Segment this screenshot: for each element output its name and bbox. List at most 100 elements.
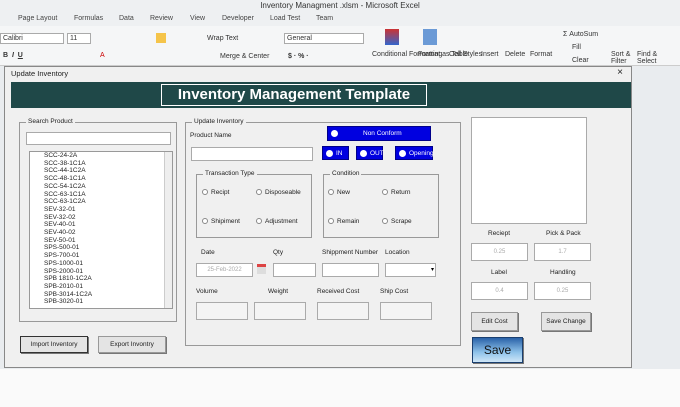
opening-option[interactable]: Opening — [395, 146, 434, 160]
bold-icon[interactable]: B I U — [3, 52, 23, 59]
find-select-button[interactable]: Find & Select — [637, 51, 663, 65]
currency-icon[interactable]: $ · % · — [288, 53, 309, 60]
ship-cost-input[interactable] — [380, 302, 432, 320]
handling-label: Handling — [550, 269, 576, 276]
menu-formulas[interactable]: Formulas — [74, 12, 103, 26]
out-option[interactable]: OUT — [356, 146, 384, 160]
radio-recipt[interactable]: Recipt — [202, 189, 229, 196]
pick-pack-input[interactable]: 1.7 — [534, 243, 591, 261]
save-button[interactable]: Save — [472, 337, 523, 363]
cell-styles-button[interactable]: Cell Styles — [449, 51, 482, 58]
update-inventory-label: Update Inventory — [192, 118, 246, 125]
list-item[interactable]: SEV-40-02 — [37, 229, 172, 237]
radio-scrape[interactable]: Scrape — [382, 218, 412, 225]
list-item[interactable]: SEV-40-01 — [37, 221, 172, 229]
menu-page-layout[interactable]: Page Layout — [18, 12, 57, 26]
radio-remain[interactable]: Remain — [328, 218, 359, 225]
condition-frame: Condition — [323, 170, 439, 238]
product-list[interactable]: SCC-24-2A SCC-38-1C1A SCC-44-1C2A SCC-48-1C… — [29, 151, 173, 309]
edit-cost-button[interactable]: Edit Cost — [471, 312, 518, 331]
fill-button[interactable]: Fill — [572, 44, 581, 51]
received-cost-input[interactable] — [317, 302, 369, 320]
location-label: Location — [385, 249, 410, 256]
list-item[interactable]: SCC-63-1C2A — [37, 198, 172, 206]
non-conform-option[interactable]: Non Conform — [327, 126, 431, 141]
location-select[interactable]: ▾ — [385, 263, 436, 277]
radio-new[interactable]: New — [328, 189, 350, 196]
font-select[interactable]: Calibri — [0, 33, 64, 44]
number-format-select[interactable]: General — [284, 33, 364, 44]
worksheet-area[interactable] — [0, 369, 680, 407]
list-item[interactable]: SPS-700-01 — [37, 252, 172, 260]
list-item[interactable]: SCC-63-1C1A — [37, 191, 172, 199]
date-input[interactable]: 25-Feb-2022 — [196, 263, 253, 277]
calendar-icon[interactable] — [257, 264, 266, 274]
product-name-label: Product Name — [190, 132, 232, 139]
list-item[interactable]: SEV-50-01 — [37, 237, 172, 245]
sort-filter-button[interactable]: Sort & Filter — [611, 51, 635, 65]
date-label: Date — [201, 249, 215, 256]
product-name-input[interactable] — [191, 147, 313, 161]
shipment-number-label: Shippment Number — [322, 249, 378, 256]
menu-data[interactable]: Data — [119, 12, 134, 26]
font-size-value: 11 — [70, 35, 78, 42]
list-item[interactable]: SPS-1000-01 — [37, 260, 172, 268]
volume-input[interactable] — [196, 302, 248, 320]
weight-input[interactable] — [254, 302, 306, 320]
list-item[interactable]: SEV-32-02 — [37, 214, 172, 222]
format-button[interactable]: Format — [530, 51, 552, 58]
non-conform-label: Non Conform — [363, 130, 402, 137]
radio-return[interactable]: Return — [382, 189, 411, 196]
list-item[interactable]: SCC-44-1C2A — [37, 167, 172, 175]
autosum-button[interactable]: Σ AutoSum — [563, 31, 598, 38]
radio-shipiment[interactable]: Shipiment — [202, 218, 240, 225]
list-item[interactable]: SCC-54-1C2A — [37, 183, 172, 191]
handling-input[interactable]: 0.25 — [534, 282, 591, 300]
search-input[interactable] — [26, 132, 171, 145]
close-icon[interactable]: × — [617, 67, 623, 78]
menu-view[interactable]: View — [190, 12, 205, 26]
menu-developer[interactable]: Developer — [222, 12, 254, 26]
search-product-label: Search Product — [26, 118, 75, 125]
list-item[interactable]: SPB-2010-01 — [37, 283, 172, 291]
in-option[interactable]: IN — [322, 146, 349, 160]
weight-label: Weight — [268, 288, 289, 295]
label-input[interactable]: 0.4 — [471, 282, 528, 300]
list-item[interactable]: SCC-48-1C1A — [37, 175, 172, 183]
menu-review[interactable]: Review — [150, 12, 173, 26]
list-item[interactable]: SCC-24-2A — [37, 152, 172, 160]
update-inventory-dialog: Update Inventory × Inventory Management … — [4, 66, 632, 368]
autosum-label: AutoSum — [569, 31, 599, 38]
list-scrollbar[interactable] — [164, 152, 172, 308]
export-inventory-button[interactable]: Export Invontry — [98, 336, 166, 353]
receipt-input[interactable]: 0.25 — [471, 243, 528, 261]
list-item[interactable]: SPS-500-01 — [37, 244, 172, 252]
clear-button[interactable]: Clear — [572, 57, 589, 64]
qty-input[interactable] — [273, 263, 316, 277]
shipment-number-input[interactable] — [322, 263, 379, 277]
align-bottom-icon[interactable] — [156, 33, 166, 43]
list-item[interactable]: SPB-3014-1C2A — [37, 291, 172, 299]
menu-load-test[interactable]: Load Test — [270, 12, 300, 26]
menu-team[interactable]: Team — [316, 12, 333, 26]
delete-button[interactable]: Delete — [505, 51, 525, 58]
list-item[interactable]: SCC-38-1C1A — [37, 160, 172, 168]
merge-center-button[interactable]: Merge & Center — [220, 53, 269, 60]
list-item[interactable]: SPB 1810-1C2A — [37, 275, 172, 283]
font-color-icon[interactable]: A — [100, 52, 105, 59]
insert-button[interactable]: Insert — [481, 51, 499, 58]
list-item[interactable]: SPB-3020-01 — [37, 298, 172, 306]
ribbon: Calibri 11 B I U A Wrap Text Merge & Cen… — [0, 26, 680, 66]
wrap-text-button[interactable]: Wrap Text — [207, 35, 238, 42]
radio-adjustment[interactable]: Adjustment — [256, 218, 298, 225]
list-item[interactable]: SEV-32-01 — [37, 206, 172, 214]
radio-disposeable[interactable]: Disposeable — [256, 189, 301, 196]
volume-label: Volume — [196, 288, 218, 295]
save-change-button[interactable]: Save Change — [541, 312, 591, 331]
transaction-type-frame: Transaction Type — [196, 170, 312, 238]
list-item[interactable]: SPS-2000-01 — [37, 268, 172, 276]
pick-pack-label: Pick & Pack — [546, 230, 581, 237]
import-inventory-button[interactable]: Import Inventory — [20, 336, 88, 353]
font-size-select[interactable]: 11 — [67, 33, 91, 44]
transaction-type-label: Transaction Type — [203, 170, 257, 177]
